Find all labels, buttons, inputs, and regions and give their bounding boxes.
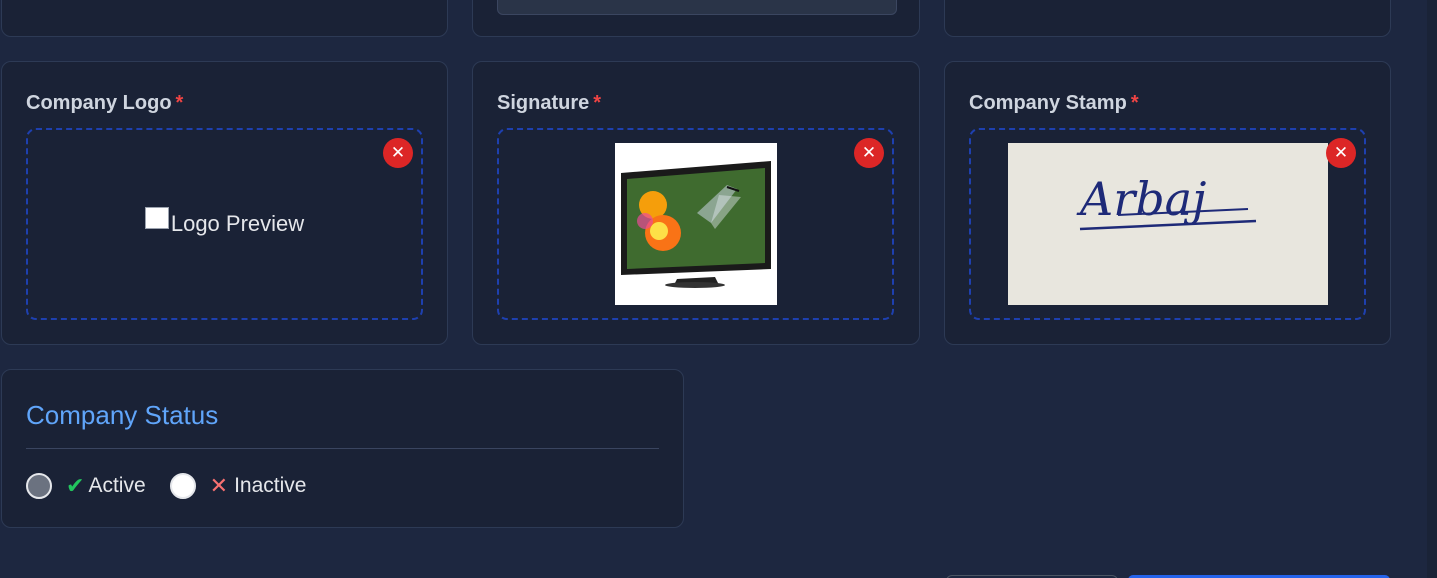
company-status-title: Company Status: [26, 400, 219, 430]
company-stamp-dropzone[interactable]: Arbaj ✕: [969, 128, 1366, 320]
signature-card: Signature * ✕: [472, 61, 920, 345]
status-radio-group: ✔ Active ✕ Inactive: [26, 473, 330, 499]
x-icon: ✕: [209, 473, 229, 498]
previous-card-middle: [472, 0, 920, 37]
close-icon: ✕: [1333, 143, 1349, 162]
active-label: Active: [88, 474, 146, 497]
divider: [26, 448, 659, 449]
remove-logo-button[interactable]: ✕: [383, 138, 413, 168]
signature-label: Signature *: [497, 92, 602, 114]
remove-stamp-button[interactable]: ✕: [1326, 138, 1356, 168]
company-stamp-preview-image: Arbaj: [1007, 143, 1328, 305]
status-option-active[interactable]: ✔ Active: [26, 473, 146, 499]
inactive-label: Inactive: [234, 474, 307, 497]
broken-image-icon: [144, 207, 169, 229]
logo-preview-image: Logo Preview: [144, 207, 305, 237]
logo-preview-alt-text: Logo Preview: [170, 211, 305, 236]
page: Company Logo * Logo Preview ✕ Signature *: [0, 0, 1437, 578]
scrollbar-track[interactable]: [1427, 0, 1437, 578]
status-option-inactive[interactable]: ✕ Inactive: [169, 473, 307, 499]
signature-dropzone[interactable]: ✕: [497, 128, 894, 320]
required-marker: *: [593, 92, 602, 114]
company-logo-card: Company Logo * Logo Preview ✕: [1, 61, 448, 345]
company-logo-dropzone[interactable]: Logo Preview ✕: [26, 128, 423, 320]
remove-signature-button[interactable]: ✕: [854, 138, 884, 168]
required-marker: *: [1130, 92, 1139, 114]
stamp-signature-text: Arbaj: [1076, 172, 1206, 226]
active-radio[interactable]: [26, 473, 52, 499]
required-marker: *: [175, 92, 184, 114]
close-icon: ✕: [861, 143, 877, 162]
company-stamp-card: Company Stamp * Arbaj ✕: [944, 61, 1391, 345]
check-icon: ✔: [66, 473, 85, 498]
close-icon: ✕: [390, 143, 406, 162]
previous-card-left: [1, 0, 448, 37]
company-logo-label: Company Logo *: [26, 92, 184, 114]
signature-preview-image: [614, 143, 777, 305]
company-stamp-label: Company Stamp *: [969, 92, 1139, 114]
previous-card-right: [944, 0, 1391, 37]
company-status-card: Company Status ✔ Active ✕ Inactive: [1, 369, 684, 528]
inactive-radio[interactable]: [169, 473, 196, 499]
previous-input-field[interactable]: [497, 0, 897, 15]
